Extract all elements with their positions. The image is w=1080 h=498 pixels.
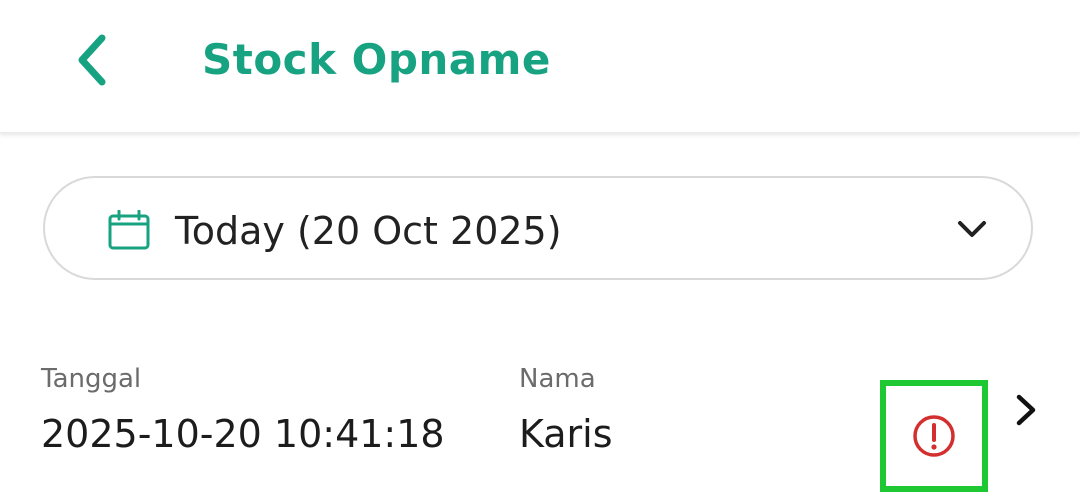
list-item[interactable]: Tanggal 2025-10-20 10:41:18 Nama Karis bbox=[0, 340, 1080, 498]
chevron-left-icon bbox=[78, 34, 106, 86]
warning-status-button[interactable] bbox=[880, 380, 988, 492]
name-column-label: Nama bbox=[519, 364, 596, 394]
back-button[interactable] bbox=[60, 28, 124, 92]
chevron-down-icon bbox=[958, 221, 986, 237]
date-column-label: Tanggal bbox=[41, 364, 142, 394]
app-header: Stock Opname bbox=[0, 0, 1080, 133]
alert-circle-icon bbox=[913, 415, 955, 457]
chevron-right-icon[interactable] bbox=[1010, 392, 1042, 428]
date-filter-label: Today (20 Oct 2025) bbox=[175, 209, 562, 253]
record-date: 2025-10-20 10:41:18 bbox=[41, 412, 445, 456]
date-filter-dropdown[interactable]: Today (20 Oct 2025) bbox=[43, 176, 1033, 280]
calendar-icon bbox=[108, 210, 150, 250]
record-name: Karis bbox=[519, 412, 613, 456]
page-title: Stock Opname bbox=[202, 35, 551, 84]
